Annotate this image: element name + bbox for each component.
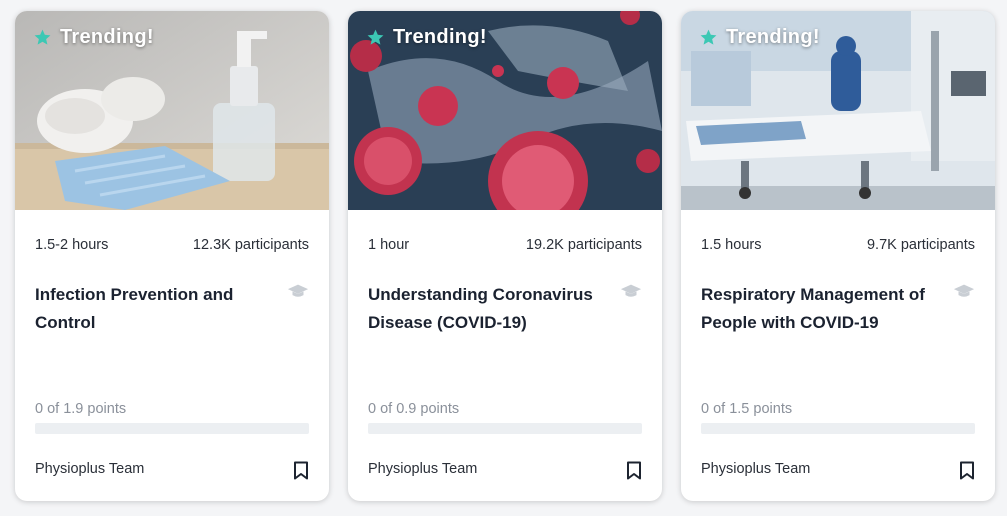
- course-author: Physioplus Team: [35, 461, 145, 477]
- course-meta: 1 hour 19.2K participants: [368, 237, 642, 253]
- graduation-cap-icon: [620, 284, 642, 297]
- course-duration: 1 hour: [368, 237, 410, 253]
- graduation-cap-icon: [287, 284, 309, 297]
- trending-badge: Trending!: [699, 26, 820, 49]
- bookmark-icon[interactable]: [959, 461, 975, 480]
- course-participants: 12.3K participants: [192, 237, 309, 253]
- trending-label: Trending!: [726, 26, 820, 48]
- course-participants: 19.2K participants: [525, 237, 642, 253]
- trending-badge: Trending!: [33, 26, 154, 49]
- course-duration: 1.5 hours: [701, 237, 762, 253]
- trending-label: Trending!: [393, 26, 487, 48]
- graduation-cap-icon: [953, 284, 975, 297]
- course-points: 0 of 0.9 points: [368, 401, 460, 417]
- course-card[interactable]: Trending! 1 hour 19.2K participants Unde…: [348, 11, 662, 501]
- course-duration: 1.5-2 hours: [35, 237, 109, 253]
- course-card[interactable]: Trending! 1.5 hours 9.7K participants Re…: [681, 11, 995, 501]
- course-image-coronavirus[interactable]: Trending!: [348, 11, 662, 210]
- course-image-hospital[interactable]: Trending!: [681, 11, 995, 210]
- course-meta: 1.5 hours 9.7K participants: [701, 237, 975, 253]
- course-participants: 9.7K participants: [866, 237, 975, 253]
- course-title[interactable]: Respiratory Management of People with CO…: [701, 281, 931, 337]
- progress-bar: [35, 423, 309, 434]
- trending-label: Trending!: [60, 26, 154, 48]
- star-icon: [700, 29, 717, 45]
- bookmark-icon[interactable]: [626, 461, 642, 480]
- star-icon: [367, 29, 384, 45]
- progress-bar: [701, 423, 975, 434]
- trending-badge: Trending!: [366, 26, 487, 49]
- course-points: 0 of 1.5 points: [701, 401, 793, 417]
- star-icon: [34, 29, 51, 45]
- progress-bar: [368, 423, 642, 434]
- course-card[interactable]: Trending! 1.5-2 hours 12.3K participants…: [15, 11, 329, 501]
- course-author: Physioplus Team: [701, 461, 811, 477]
- course-title[interactable]: Understanding Coronavirus Disease (COVID…: [368, 281, 598, 337]
- course-title[interactable]: Infection Prevention and Control: [35, 281, 265, 337]
- course-author: Physioplus Team: [368, 461, 478, 477]
- course-points: 0 of 1.9 points: [35, 401, 127, 417]
- course-grid: Trending! 1.5-2 hours 12.3K participants…: [0, 0, 1007, 516]
- course-image-masks[interactable]: Trending!: [15, 11, 329, 210]
- bookmark-icon[interactable]: [293, 461, 309, 480]
- course-meta: 1.5-2 hours 12.3K participants: [35, 237, 309, 253]
